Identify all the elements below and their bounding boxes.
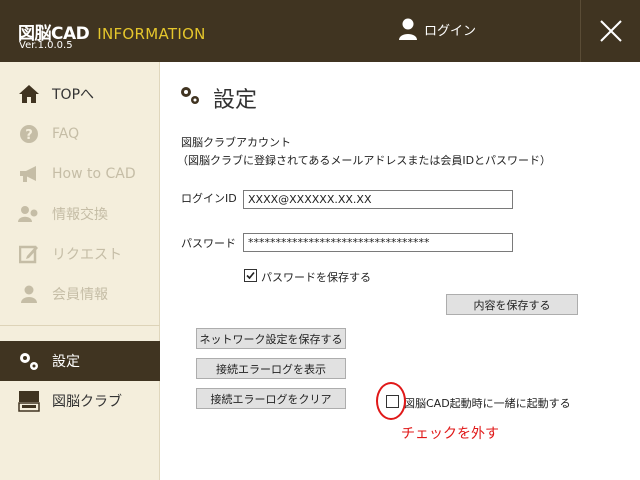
save-network-settings-button[interactable]: ネットワーク設定を保存する	[196, 328, 346, 349]
sidebar-item-label: TOPへ	[52, 87, 95, 103]
sidebar-item-label: FAQ	[52, 126, 80, 142]
login-id-input[interactable]: XXXX@XXXXXX.XX.XX	[243, 190, 513, 209]
show-error-log-button[interactable]: 接続エラーログを表示	[196, 358, 346, 379]
app-header: 図脳CAD INFORMATION Ver.1.0.0.5 ログイン	[0, 0, 640, 62]
login-id-label: ログインID	[181, 192, 237, 205]
sidebar-item-label: 図脳クラブ	[52, 394, 122, 410]
login-button[interactable]: ログイン	[398, 14, 476, 44]
sidebar-item-label: How to CAD	[52, 166, 136, 182]
club-logo-icon	[18, 390, 40, 412]
save-password-checkbox[interactable]	[244, 269, 257, 282]
gears-icon	[18, 350, 40, 372]
version-label: Ver.1.0.0.5	[19, 40, 73, 51]
megaphone-icon	[18, 163, 40, 185]
user-icon	[399, 18, 417, 40]
edit-icon	[18, 243, 40, 265]
svg-text:?: ?	[25, 128, 33, 143]
sidebar-item-label: リクエスト	[52, 247, 122, 263]
sidebar: TOPへ ? FAQ How to CAD 情報交換 リクエスト 会員情報 設定…	[0, 62, 160, 480]
sidebar-item-label: 会員情報	[52, 287, 108, 303]
close-icon	[599, 20, 622, 42]
save-content-button[interactable]: 内容を保存する	[446, 294, 578, 315]
gears-icon	[179, 84, 201, 112]
clear-error-log-button[interactable]: 接続エラーログをクリア	[196, 388, 346, 409]
settings-panel: 設定 図脳クラブアカウント （図脳クラブに登録されてあるメールアドレスまたは会員…	[161, 62, 640, 480]
brand-information: INFORMATION	[97, 25, 206, 43]
question-icon: ?	[18, 123, 40, 145]
account-heading: 図脳クラブアカウント	[181, 136, 291, 149]
login-label: ログイン	[424, 23, 477, 39]
sidebar-item-info-exchange[interactable]: 情報交換	[0, 194, 160, 234]
sidebar-item-member-info[interactable]: 会員情報	[0, 274, 160, 314]
password-input[interactable]: *********************************	[243, 233, 513, 252]
startup-label: 図脳CAD起動時に一緒に起動する	[404, 397, 571, 410]
sidebar-divider	[0, 325, 160, 326]
sidebar-item-club[interactable]: 図脳クラブ	[0, 381, 160, 421]
user-icon	[18, 283, 40, 305]
check-icon	[246, 271, 255, 280]
people-icon	[18, 203, 40, 225]
annotation-text: チェックを外す	[401, 426, 499, 442]
sidebar-item-how-to-cad[interactable]: How to CAD	[0, 154, 160, 194]
sidebar-item-request[interactable]: リクエスト	[0, 234, 160, 274]
account-note: （図脳クラブに登録されてあるメールアドレスまたは会員IDとパスワード）	[177, 154, 552, 167]
close-button[interactable]	[580, 0, 640, 62]
password-label: パスワード	[181, 237, 236, 250]
annotation-circle	[376, 382, 406, 420]
sidebar-item-top[interactable]: TOPへ	[0, 74, 160, 114]
page-title-text: 設定	[213, 88, 258, 113]
sidebar-item-settings[interactable]: 設定	[0, 341, 160, 381]
page-title: 設定	[179, 82, 257, 114]
save-password-label: パスワードを保存する	[261, 271, 371, 284]
sidebar-item-label: 設定	[52, 354, 80, 370]
home-icon	[18, 83, 40, 105]
sidebar-item-label: 情報交換	[52, 207, 108, 223]
sidebar-item-faq[interactable]: ? FAQ	[0, 114, 160, 154]
